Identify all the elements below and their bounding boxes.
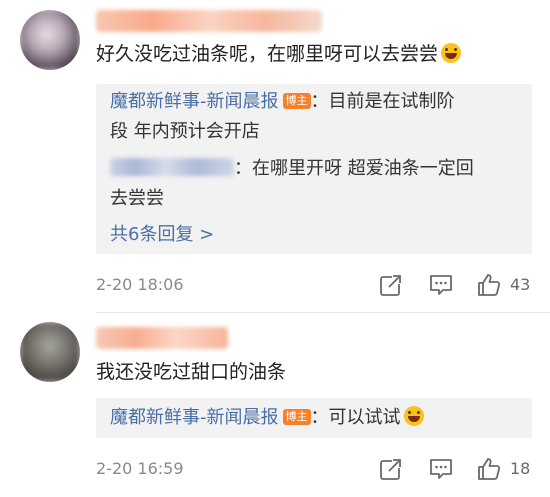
reply-author-link[interactable]: 魔都新鲜事-新闻晨报: [110, 91, 279, 112]
share-out-icon[interactable]: [378, 456, 404, 482]
avatar[interactable]: [20, 10, 80, 70]
grinning-emoji-icon: [403, 406, 424, 426]
thumbs-up-icon[interactable]: [476, 456, 502, 482]
comment-text: 好久没吃过油条呢，在哪里呀可以去尝尝: [96, 40, 462, 68]
comment-text: 我还没吃过甜口的油条: [96, 358, 286, 386]
thumbs-up-icon[interactable]: [476, 272, 502, 298]
reply-text-continued: 去尝尝: [110, 188, 164, 209]
reply-2-line-2: 去尝尝: [110, 184, 522, 214]
blogger-badge: 博主: [282, 409, 311, 425]
reply-text: ：可以试试: [310, 407, 401, 428]
reply-2-line-1: ：在哪里开呀 超爱油条一定回: [110, 154, 522, 184]
reply-1-line-2: 段 年内预计会开店: [110, 117, 522, 147]
reply-1-line-1: 魔都新鲜事-新闻晨报 博主 ：可以试试: [110, 403, 522, 433]
timestamp: 2-20 18:06: [96, 275, 184, 294]
comment-bubble-icon[interactable]: [428, 272, 454, 298]
reply-author-link[interactable]: 魔都新鲜事-新闻晨报: [110, 407, 279, 428]
comment-body: 我还没吃过甜口的油条: [96, 361, 287, 383]
reply-box: 魔都新鲜事-新闻晨报 博主 ：目前是在试制阶 段 年内预计会开店 ：在哪里开呀 超爱…: [96, 84, 532, 254]
reply-text: ：目前是在试制阶: [310, 91, 455, 112]
more-replies-link[interactable]: 共6条回复 >: [110, 220, 522, 250]
avatar[interactable]: [20, 322, 80, 382]
username[interactable]: [96, 327, 228, 349]
comment-meta: 2-20 16:59 18: [96, 456, 536, 486]
share-out-icon[interactable]: [378, 272, 404, 298]
reply-author-link[interactable]: [110, 158, 234, 176]
timestamp: 2-20 16:59: [96, 459, 184, 478]
grinning-emoji-icon: [441, 43, 462, 63]
divider: [96, 312, 550, 313]
reply-text: ：在哪里开呀 超爱油条一定回: [234, 158, 474, 179]
reply-1-line-1: 魔都新鲜事-新闻晨报 博主 ：目前是在试制阶: [110, 87, 522, 117]
comment-bubble-icon[interactable]: [428, 456, 454, 482]
comment-body: 好久没吃过油条呢，在哪里呀可以去尝尝: [96, 43, 439, 65]
comment-meta: 2-20 18:06 43: [96, 272, 536, 302]
like-count: 18: [510, 459, 531, 478]
reply-text-continued: 段 年内预计会开店: [110, 121, 260, 142]
reply-box: 魔都新鲜事-新闻晨报 博主 ：可以试试: [96, 398, 532, 438]
like-count: 43: [510, 275, 531, 294]
username[interactable]: [96, 10, 322, 32]
blogger-badge: 博主: [282, 93, 311, 109]
